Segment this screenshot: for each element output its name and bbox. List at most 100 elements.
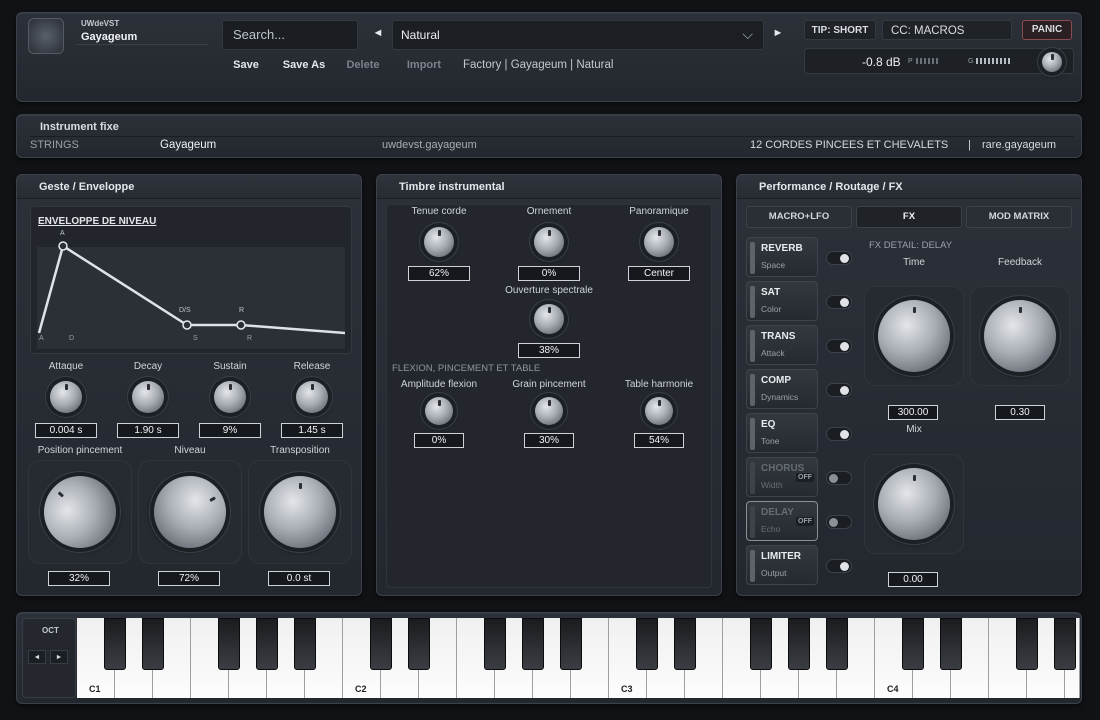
black-key[interactable] [370,618,392,670]
black-key[interactable] [104,618,126,670]
black-key[interactable] [484,618,506,670]
decay-value[interactable]: 1.90 s [117,423,179,438]
black-key[interactable] [902,618,924,670]
black-key[interactable] [218,618,240,670]
feedback-knob[interactable] [984,300,1056,372]
brand: UWdeVST [81,19,120,28]
tenue-corde-value[interactable]: 62% [408,266,470,281]
grain-pincement-value[interactable]: 30% [524,433,574,448]
black-key[interactable] [1016,618,1038,670]
gain-meter [976,58,1012,64]
black-key[interactable] [940,618,962,670]
master-volume-knob[interactable] [1042,52,1062,72]
info-title: Instrument fixe [40,121,119,133]
fx-eq-toggle[interactable] [826,427,852,441]
sustain-label: Sustain [213,361,247,372]
black-key[interactable] [294,618,316,670]
panoramique-value[interactable]: Center [628,266,690,281]
fx-delay[interactable]: DELAY Echo OFF [746,501,818,541]
octave-label: OCT [42,626,59,635]
sustain-value[interactable]: 9% [199,423,261,438]
black-key[interactable] [408,618,430,670]
amplitude-flexion-knob[interactable] [425,397,453,425]
note-label-c2: C2 [355,684,367,694]
next-preset-button[interactable]: ► [768,24,788,46]
fx-sat-toggle[interactable] [826,295,852,309]
black-key[interactable] [560,618,582,670]
fx-trans[interactable]: TRANS Attack [746,325,818,365]
attaque-value[interactable]: 0.004 s [35,423,97,438]
decay-knob[interactable] [132,381,164,413]
ouverture-spectrale-label: Ouverture spectrale [505,285,593,296]
tab-fx[interactable]: FX [856,206,962,228]
black-key[interactable] [636,618,658,670]
pan-meter [916,58,938,64]
feedback-value[interactable]: 0.30 [995,405,1045,420]
performance-title: Performance / Routage / FX [737,175,1081,199]
fx-trans-toggle[interactable] [826,339,852,353]
black-key[interactable] [1054,618,1076,670]
time-knob[interactable] [878,300,950,372]
import-button[interactable]: Import [398,56,450,74]
panoramique-knob[interactable] [644,227,674,257]
position-pincement-value[interactable]: 32% [48,571,110,586]
grain-pincement-knob[interactable] [535,397,563,425]
tip-label[interactable]: TIP: SHORT [804,20,876,40]
mix-knob[interactable] [878,468,950,540]
panoramique-label: Panoramique [629,206,689,217]
save-as-button[interactable]: Save As [278,56,330,74]
env-label-a: A [60,230,65,237]
search-input[interactable]: Search... [222,20,358,50]
time-value[interactable]: 300.00 [888,405,938,420]
tab-mod-matrix[interactable]: MOD MATRIX [966,206,1072,228]
table-harmonie-value[interactable]: 54% [634,433,684,448]
ornement-knob[interactable] [534,227,564,257]
ornement-value[interactable]: 0% [518,266,580,281]
table-harmonie-knob[interactable] [645,397,673,425]
black-key[interactable] [522,618,544,670]
octave-down-button[interactable]: ◄ [28,650,46,664]
panic-button[interactable]: PANIC [1022,20,1072,40]
position-pincement-label: Position pincement [37,445,123,456]
fx-limiter[interactable]: LIMITER Output [746,545,818,585]
octave-up-button[interactable]: ► [50,650,68,664]
transposition-value[interactable]: 0.0 st [268,571,330,586]
black-key[interactable] [826,618,848,670]
table-harmonie-label: Table harmonie [624,379,694,390]
fx-limiter-toggle[interactable] [826,559,852,573]
chevron-down-icon: ⌵ [742,26,753,42]
black-key[interactable] [750,618,772,670]
release-value[interactable]: 1.45 s [281,423,343,438]
ouverture-spectrale-knob[interactable] [534,304,564,334]
prev-preset-button[interactable]: ◄ [368,24,388,46]
mix-value[interactable]: 0.00 [888,572,938,587]
black-key[interactable] [142,618,164,670]
release-knob[interactable] [296,381,328,413]
save-button[interactable]: Save [226,56,266,74]
tenue-corde-knob[interactable] [424,227,454,257]
delete-button[interactable]: Delete [340,56,386,74]
black-key[interactable] [788,618,810,670]
fx-chorus-toggle[interactable] [826,471,852,485]
attaque-knob[interactable] [50,381,82,413]
fx-chorus[interactable]: CHORUS Width OFF [746,457,818,497]
fx-reverb[interactable]: REVERB Space [746,237,818,277]
preset-select[interactable]: Natural ⌵ [392,20,764,50]
niveau-value[interactable]: 72% [158,571,220,586]
black-key[interactable] [256,618,278,670]
fx-delay-toggle[interactable] [826,515,852,529]
fx-reverb-toggle[interactable] [826,251,852,265]
fx-detail-title: FX DETAIL: DELAY [869,240,953,251]
amplitude-flexion-value[interactable]: 0% [414,433,464,448]
fx-comp-toggle[interactable] [826,383,852,397]
cc-label[interactable]: CC: MACROS [882,20,1012,40]
fx-comp[interactable]: COMP Dynamics [746,369,818,409]
ouverture-spectrale-value[interactable]: 38% [518,343,580,358]
fx-eq[interactable]: EQ Tone [746,413,818,453]
envelope-graph[interactable]: ENVELOPPE DE NIVEAU A D/S R A D S R [30,206,352,354]
tab-macro-lfo[interactable]: MACRO+LFO [746,206,852,228]
black-key[interactable] [674,618,696,670]
transposition-knob[interactable] [264,476,336,548]
fx-sat[interactable]: SAT Color [746,281,818,321]
sustain-knob[interactable] [214,381,246,413]
